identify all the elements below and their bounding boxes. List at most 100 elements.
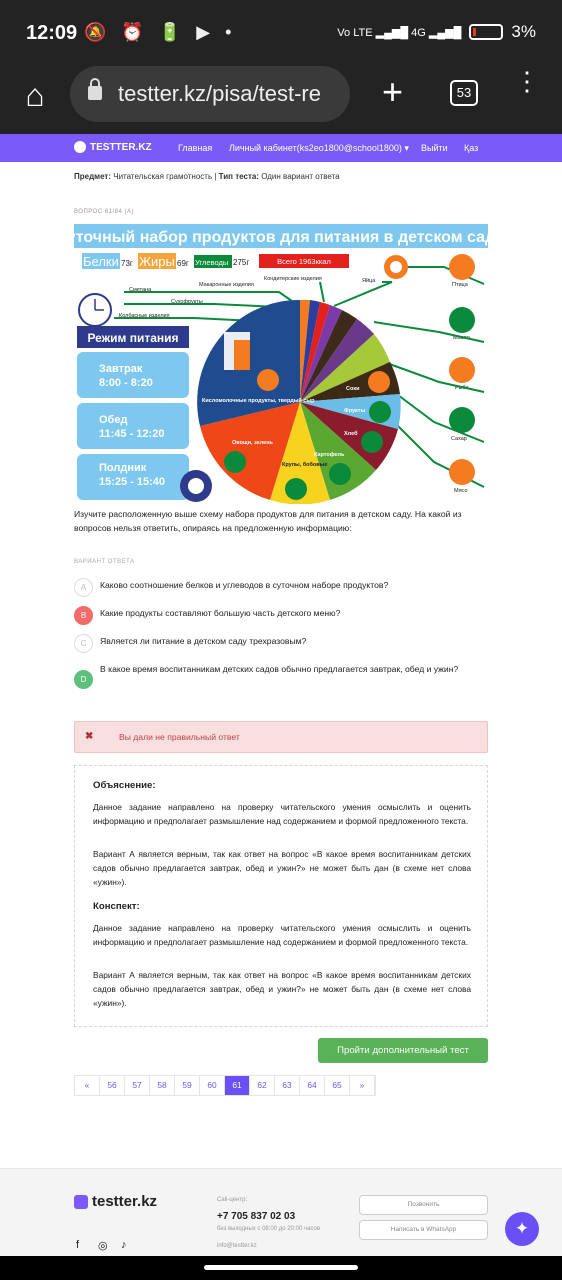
additional-test-button[interactable]: Пройти дополнительный тест [318,1038,488,1063]
site-logo[interactable]: TESTTER.KZ [74,141,152,153]
battery-percent: 3% [511,22,536,41]
option-text: Каково соотношение белков и углеводов в … [100,580,389,590]
pagination: « 56 57 58 59 60 61 62 63 64 65 » [74,1075,376,1096]
page-next[interactable]: » [350,1076,375,1095]
nav-cabinet[interactable]: Личный кабинет(ks2eo1800@school1800) ▾ [229,143,409,154]
label-ptica: Птица [452,282,469,288]
subject-label: Предмет: [74,172,112,181]
option-letter: C [74,634,93,653]
zhiry-value: 69г [177,259,189,268]
meal-lunch-time: 11:45 - 12:20 [99,428,164,440]
potato-icon [329,463,351,485]
tiktok-icon[interactable]: ♪ [121,1239,127,1251]
option-text: Является ли питание в детском саду трехр… [100,636,307,646]
lock-icon [88,78,102,100]
page-link[interactable]: 57 [125,1076,150,1095]
belki-value: 73г [121,259,133,268]
result-text: Вы дали не правильный ответ [119,732,240,742]
label-soki: Соки [346,386,359,392]
page-link[interactable]: 56 [100,1076,125,1095]
page-link[interactable]: 64 [300,1076,325,1095]
label-myaso: Мясо [454,488,467,494]
option-text: Какие продукты составляют большую часть … [100,608,341,618]
page-link[interactable]: 60 [200,1076,225,1095]
signal-icon: Vo LTE ▂▄▆█ 4G ▂▄▆█ [337,26,462,39]
total-label: Всего 1963ккал [277,257,331,266]
explanation-panel: Объяснение: Данное задание направлено на… [74,765,488,1027]
question-text: Изучите расположенную выше схему набора … [74,509,462,533]
call-button[interactable]: Позвонить [359,1195,488,1215]
call-center-label: Call-центр: [217,1197,248,1203]
footer-phone[interactable]: +7 705 837 02 03 [217,1211,295,1222]
explanation-title: Объяснение: [93,780,156,791]
facebook-icon[interactable]: f [76,1239,79,1251]
label-hleb: Хлеб [344,430,358,437]
sugar-icon [449,407,475,433]
meta-separator: | [214,172,217,181]
cheese-icon [257,369,279,391]
belki-label: Белки [83,254,119,269]
page-link[interactable]: 63 [275,1076,300,1095]
apple-icon [369,401,391,423]
chicken-icon [449,254,475,280]
nav-logout[interactable]: Выйти [421,143,448,153]
page-link[interactable]: 65 [325,1076,350,1095]
meal-breakfast-time: 8:00 - 8:20 [99,377,153,389]
footer-logo[interactable]: testter.kz [74,1193,157,1210]
label-krupy: Крупы, бобовые [282,461,327,468]
page-link[interactable]: 62 [250,1076,275,1095]
error-icon: ✖ [85,731,94,742]
label-yaica: Яйца [362,277,376,284]
label-ovoshi: Овощи, зелень [232,440,274,446]
new-tab-icon[interactable]: + [382,70,403,114]
type-label: Тип теста: [218,172,259,181]
uglevody-value: 275г [233,258,249,267]
type-value: Один вариант ответа [261,172,340,181]
zhiry-label: Жиры [139,254,175,269]
nav-language[interactable]: Қаз [464,143,478,153]
meal-box-breakfast [77,352,189,398]
sparkle-chat-button[interactable]: ✦ [505,1212,539,1246]
label-sahar: Сахар [451,436,467,442]
tab-count-button[interactable]: 53 [450,80,478,106]
subject-value: Читательская грамотность [113,172,213,181]
more-menu-icon[interactable]: ⋮ [514,68,540,94]
clock-icon [78,293,112,327]
fish-icon [449,357,475,383]
page-link[interactable]: 59 [175,1076,200,1095]
brand-name: TESTTER.KZ [90,141,152,153]
logo-icon [74,1194,88,1209]
question-number: ВОПРОС 61/84 (A) [74,209,134,215]
meal-lunch-name: Обед [99,414,127,426]
label-konditer: Кондитерские изделия [264,276,322,282]
uglevody-label: Углеводы [195,258,228,267]
browser-toolbar: ⌂ testter.kz/pisa/test-re + 53 ⋮ [0,66,562,134]
nav-home[interactable]: Главная [178,143,212,153]
grain-icon [285,478,307,500]
label-makaron: Макаронные изделия [199,282,254,288]
home-icon[interactable]: ⌂ [18,78,52,112]
gesture-handle[interactable] [204,1265,358,1270]
konspekt-p1: Данное задание направлено на проверку чи… [93,923,471,947]
bread-icon [361,431,383,453]
meal-snack-time: 15:25 - 15:40 [99,476,165,488]
explanation-p1: Данное задание направлено на проверку чи… [93,802,471,826]
test-meta: Предмет: Читательская грамотность | Тип … [74,172,340,181]
page-prev[interactable]: « [75,1076,100,1095]
url-text: testter.kz/pisa/test-re [118,81,321,106]
label-kartofel: Картофель [314,451,345,458]
url-bar[interactable]: testter.kz/pisa/test-re [70,66,350,122]
whatsapp-button[interactable]: Написать в WhatsApp [359,1220,488,1240]
page-link[interactable]: 58 [150,1076,175,1095]
infographic: суточный набор продуктов для питания в д… [74,222,488,504]
gesture-bar [0,1256,562,1280]
status-icons: 🔕 ⏰ 🔋 ▶ • [84,22,237,42]
logo-icon [74,141,86,153]
label-frukty: Фрукты [344,408,365,414]
butter-icon [449,307,475,333]
footer-email[interactable]: info@testter.kz [217,1243,257,1249]
meat-icon [449,459,475,485]
instagram-icon[interactable]: ◎ [98,1239,108,1252]
page-link-active[interactable]: 61 [225,1076,250,1095]
battery-icon [469,24,504,40]
